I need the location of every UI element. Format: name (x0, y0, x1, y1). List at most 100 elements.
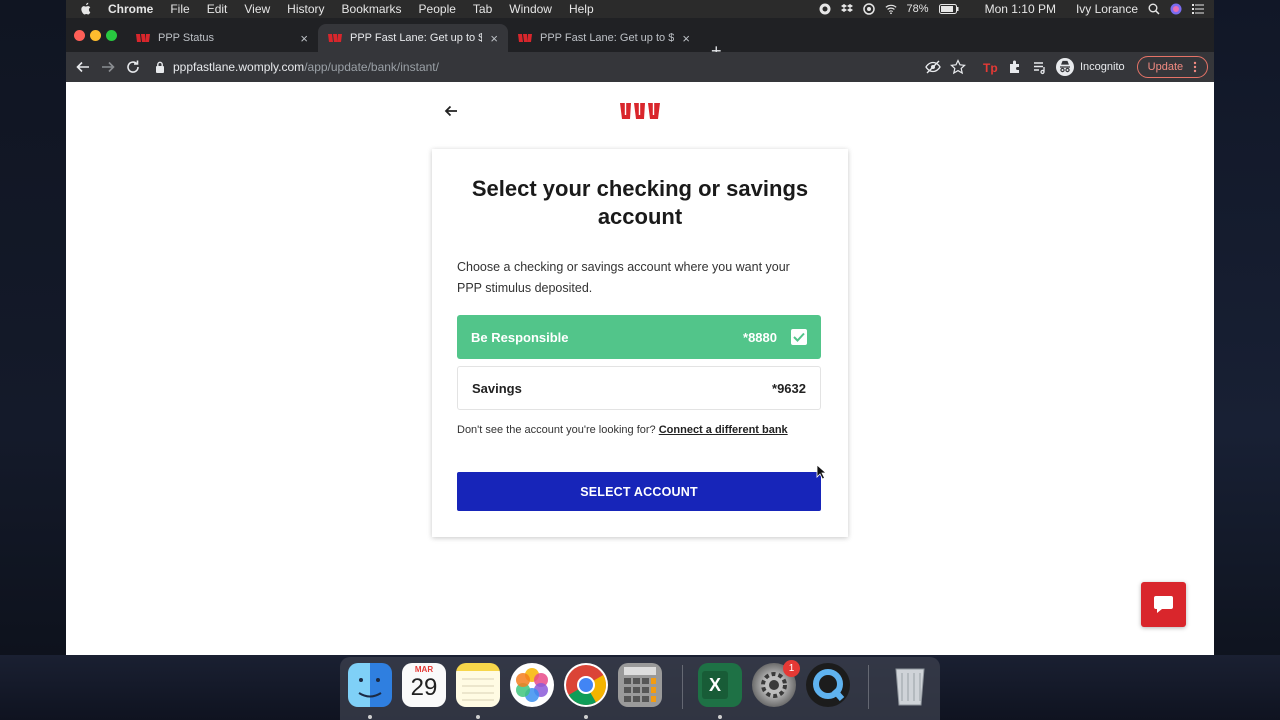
update-button[interactable]: Update (1136, 56, 1209, 78)
tab-close-icon[interactable]: × (300, 31, 308, 46)
finder-face-icon (358, 678, 382, 698)
running-indicator (476, 715, 480, 719)
url-path: /app/update/bank/instant/ (304, 60, 439, 74)
dropbox-icon[interactable] (840, 3, 853, 15)
system-preferences-icon[interactable]: 1 (752, 660, 800, 707)
window-close-button[interactable] (74, 30, 85, 41)
siri-icon[interactable] (1170, 3, 1182, 15)
account-select-card: Select your checking or savings account … (432, 149, 848, 537)
account-number: *8880 (743, 329, 777, 345)
tab-ppp-fast-lane-active[interactable]: PPP Fast Lane: Get up to $50k × (318, 24, 508, 52)
calendar-month: MAR (414, 665, 434, 674)
notes-lines-icon (462, 678, 494, 701)
trash-icon[interactable] (888, 663, 932, 707)
menu-user[interactable]: Ivy Lorance (1076, 2, 1138, 16)
notification-center-icon[interactable] (1192, 3, 1204, 15)
tab-close-icon[interactable]: × (490, 31, 498, 46)
tab-title: PPP Fast Lane: Get up to $50k (540, 32, 675, 44)
checkmark-icon (793, 332, 805, 342)
tab-close-icon[interactable]: × (682, 31, 690, 46)
menu-tab[interactable]: Tab (473, 2, 492, 16)
account-name: Savings (472, 380, 522, 396)
trash-can-icon (895, 668, 925, 706)
help-text: Don't see the account you're looking for… (457, 424, 788, 436)
browser-toolbar: pppfastlane.womply.com/app/update/bank/i… (66, 52, 1214, 82)
tracking-blocked-eye-icon[interactable] (925, 59, 941, 75)
checkbox-checked[interactable] (791, 329, 807, 345)
window-zoom-button[interactable] (106, 30, 117, 41)
finder-icon[interactable] (348, 663, 392, 707)
menu-app-name[interactable]: Chrome (108, 2, 153, 16)
menu-history[interactable]: History (287, 2, 324, 16)
record-icon[interactable] (819, 3, 831, 15)
reload-icon[interactable] (125, 59, 141, 75)
back-arrow-icon[interactable] (442, 102, 460, 120)
dock-separator (868, 665, 869, 709)
dock-separator (682, 665, 683, 709)
account-name: Be Responsible (471, 329, 569, 345)
menu-window[interactable]: Window (509, 2, 552, 16)
photos-icon[interactable] (510, 663, 554, 707)
back-icon[interactable] (75, 59, 91, 75)
chat-support-button[interactable] (1141, 582, 1186, 627)
wifi-icon[interactable] (885, 3, 897, 15)
excel-letter-icon: X (702, 671, 728, 699)
menu-view[interactable]: View (244, 2, 270, 16)
running-indicator (368, 715, 372, 719)
menu-people[interactable]: People (419, 2, 456, 16)
womply-logo-icon (620, 103, 660, 119)
page-title: Select your checking or savings account (471, 176, 809, 229)
calendar-day: 29 (410, 674, 438, 701)
tab-ppp-fast-lane[interactable]: PPP Fast Lane: Get up to $50k × (508, 24, 700, 52)
help-question: Don't see the account you're looking for… (457, 424, 656, 436)
notes-icon[interactable] (456, 663, 500, 707)
update-label: Update (1147, 61, 1184, 73)
womply-favicon-icon (518, 34, 532, 42)
mac-menu-bar: Chrome File Edit View History Bookmarks … (66, 0, 1214, 18)
extension-tp-icon[interactable]: Tp (982, 59, 998, 75)
chat-bubble-icon (1154, 596, 1173, 613)
incognito-indicator[interactable]: Incognito (1056, 58, 1125, 76)
account-option-savings[interactable]: Savings *9632 (457, 366, 821, 410)
calculator-keys-icon (624, 667, 656, 702)
chrome-icon[interactable] (564, 663, 608, 707)
menu-clock[interactable]: Mon 1:10 PM (985, 2, 1056, 16)
extensions-puzzle-icon[interactable] (1007, 59, 1023, 75)
menu-edit[interactable]: Edit (207, 2, 228, 16)
more-menu-icon (1193, 61, 1197, 73)
quicktime-icon[interactable] (806, 663, 850, 707)
womply-favicon-icon (328, 34, 342, 42)
quicktime-q-icon (813, 669, 845, 701)
mac-dock: MAR 29 X 1 (340, 657, 940, 720)
lock-icon[interactable] (155, 61, 165, 73)
bookmark-star-icon[interactable] (950, 59, 966, 75)
forward-icon[interactable] (100, 59, 116, 75)
menu-help[interactable]: Help (569, 2, 594, 16)
excel-icon[interactable]: X (698, 663, 742, 707)
connect-different-bank-link[interactable]: Connect a different bank (659, 424, 788, 436)
tab-title: PPP Fast Lane: Get up to $50k (350, 32, 483, 44)
drive-sync-icon[interactable] (862, 3, 875, 15)
select-account-button[interactable]: SELECT ACCOUNT (457, 472, 821, 511)
menu-file[interactable]: File (170, 2, 189, 16)
incognito-icon (1056, 58, 1074, 76)
menu-bookmarks[interactable]: Bookmarks (342, 2, 402, 16)
apple-icon[interactable] (78, 2, 94, 16)
address-bar[interactable]: pppfastlane.womply.com/app/update/bank/i… (155, 60, 895, 74)
calendar-icon[interactable]: MAR 29 (402, 663, 446, 707)
battery-percent: 78% (906, 3, 929, 15)
mouse-cursor-icon (816, 464, 828, 480)
desktop-wallpaper-right (1214, 0, 1280, 720)
account-option-be-responsible[interactable]: Be Responsible *8880 (457, 315, 821, 359)
account-number: *9632 (772, 380, 806, 396)
svg-text:Tp: Tp (983, 61, 998, 75)
battery-icon[interactable] (938, 3, 959, 15)
window-minimize-button[interactable] (90, 30, 101, 41)
media-queue-icon[interactable] (1032, 59, 1048, 75)
browser-tab-strip: PPP Status × PPP Fast Lane: Get up to $5… (66, 18, 1214, 60)
running-indicator (584, 715, 588, 719)
calculator-icon[interactable] (618, 663, 662, 707)
spotlight-search-icon[interactable] (1148, 3, 1160, 15)
tab-ppp-status[interactable]: PPP Status × (126, 24, 318, 52)
tab-title: PPP Status (158, 32, 215, 44)
